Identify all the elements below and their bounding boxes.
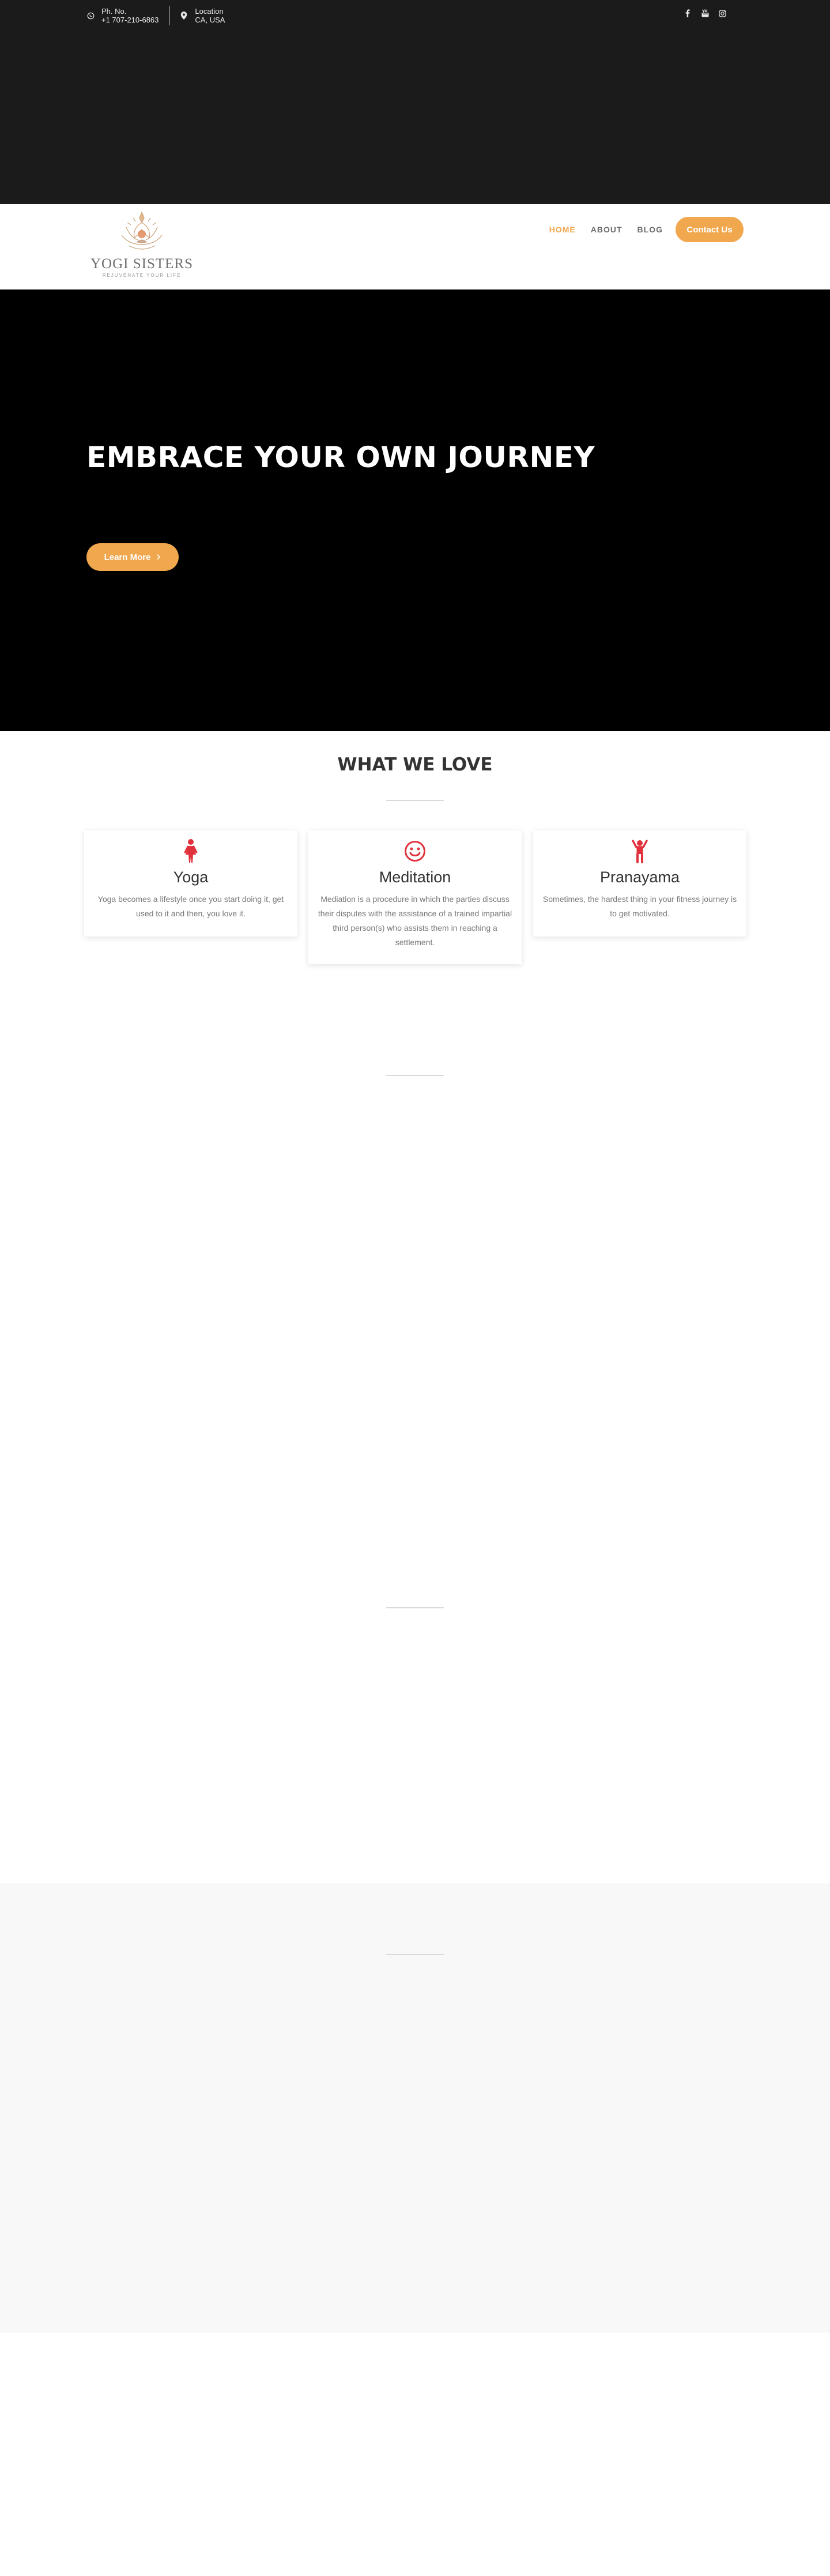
section-divider <box>386 1954 444 1955</box>
top-bar: Ph. No. +1 707-210-6863 Location CA, USA <box>0 0 830 204</box>
card-meditation-title: Meditation <box>379 868 451 886</box>
main-navbar: YOGI SISTERS REJUVENATE YOUR LIFE HOME A… <box>0 204 830 289</box>
smile-icon <box>308 838 522 864</box>
what-we-love-title: WHAT WE LOVE <box>337 754 493 775</box>
phone-number[interactable]: +1 707-210-6863 <box>101 16 159 24</box>
contact-info: Ph. No. +1 707-210-6863 Location CA, USA <box>86 6 225 25</box>
contact-us-button[interactable]: Contact Us <box>676 217 744 242</box>
grey-section <box>0 1883 830 2333</box>
card-pranayama[interactable]: Pranayama Sometimes, the hardest thing i… <box>533 830 746 937</box>
card-meditation[interactable]: Meditation Mediation is a procedure in w… <box>308 830 522 964</box>
learn-more-button[interactable]: Learn More <box>86 543 179 571</box>
section-divider <box>386 1607 444 1608</box>
hero-section: EMBRACE YOUR OWN JOURNEY Learn More <box>0 289 830 731</box>
location-value: CA, USA <box>195 16 225 24</box>
section-divider <box>386 800 444 801</box>
nav-item-blog[interactable]: BLOG <box>637 225 663 234</box>
woman-figure-icon <box>84 838 297 864</box>
site-logo[interactable]: YOGI SISTERS REJUVENATE YOUR LIFE <box>90 210 194 285</box>
card-pranayama-title: Pranayama <box>599 868 680 886</box>
child-figure-icon <box>533 838 746 864</box>
location-contact: Location CA, USA <box>180 7 225 24</box>
card-meditation-text: Mediation is a procedure in which the pa… <box>318 894 512 947</box>
nav-item-about[interactable]: ABOUT <box>591 225 622 234</box>
card-yoga-title: Yoga <box>173 868 209 886</box>
nav-menu: HOME ABOUT BLOG <box>549 221 663 238</box>
nav-item-home[interactable]: HOME <box>549 225 576 234</box>
instagram-icon[interactable] <box>718 9 726 17</box>
whatsapp-icon <box>86 12 95 20</box>
chevron-right-icon <box>156 552 161 562</box>
learn-more-label: Learn More <box>104 552 151 562</box>
card-pranayama-text: Sometimes, the hardest thing in your fit… <box>542 894 737 918</box>
lotus-emblem-icon <box>121 211 163 250</box>
location-label: Location <box>195 7 224 16</box>
youtube-icon[interactable] <box>701 9 709 17</box>
card-yoga-text: Yoga becomes a lifestyle once you start … <box>97 894 284 918</box>
facebook-icon[interactable] <box>684 9 692 17</box>
phone-contact[interactable]: Ph. No. +1 707-210-6863 <box>86 7 159 24</box>
social-links <box>684 9 726 17</box>
hero-title: EMBRACE YOUR OWN JOURNEY <box>86 441 595 474</box>
map-pin-icon <box>180 12 188 20</box>
logo-title: YOGI SISTERS <box>90 256 193 272</box>
section-divider <box>386 1075 444 1076</box>
phone-label: Ph. No. <box>101 7 127 16</box>
logo-tagline: REJUVENATE YOUR LIFE <box>102 273 182 278</box>
card-yoga[interactable]: Yoga Yoga becomes a lifestyle once you s… <box>84 830 297 937</box>
